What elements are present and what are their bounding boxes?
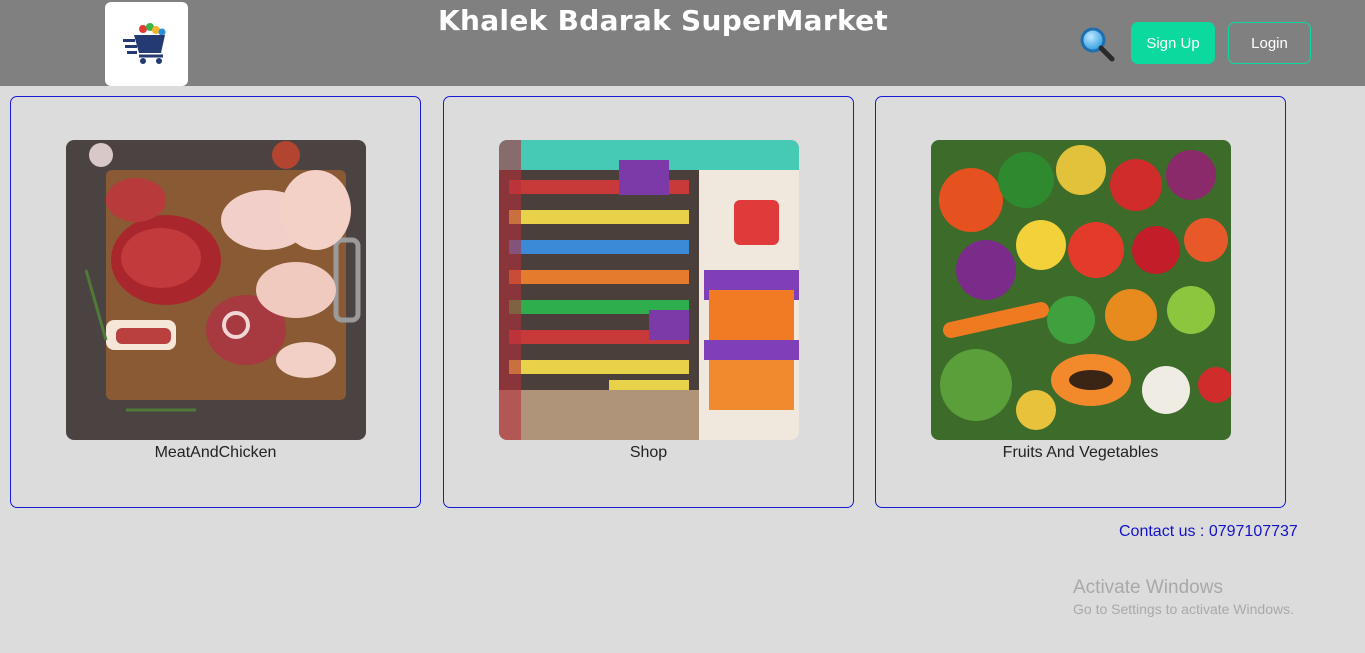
meat-and-chicken-image[interactable] [66, 140, 366, 440]
sign-up-button[interactable]: Sign Up [1131, 22, 1215, 64]
category-card-meat-and-chicken[interactable]: MeatAndChicken [10, 96, 421, 508]
search-icon[interactable] [1078, 25, 1116, 63]
login-button[interactable]: Login [1228, 22, 1311, 64]
category-label[interactable]: MeatAndChicken [11, 444, 420, 462]
shop-image[interactable] [499, 140, 799, 440]
category-label[interactable]: Shop [444, 444, 853, 462]
top-header-bar: Khalek Bdarak SuperMarket Sign Up Login [0, 0, 1365, 86]
category-card-fruits-and-vegetables[interactable]: Fruits And Vegetables [875, 96, 1286, 508]
category-card-shop[interactable]: Shop [443, 96, 854, 508]
contact-info: Contact us : 0797107737 [1119, 523, 1298, 540]
windows-activation-subtitle: Go to Settings to activate Windows. [1073, 601, 1294, 617]
site-title: Khalek Bdarak SuperMarket [438, 4, 889, 37]
windows-activation-title: Activate Windows [1073, 577, 1223, 598]
fruits-and-vegetables-image[interactable] [931, 140, 1231, 440]
grocery-cart-logo-icon [122, 23, 165, 64]
logo[interactable] [105, 2, 188, 86]
category-label[interactable]: Fruits And Vegetables [876, 444, 1285, 462]
